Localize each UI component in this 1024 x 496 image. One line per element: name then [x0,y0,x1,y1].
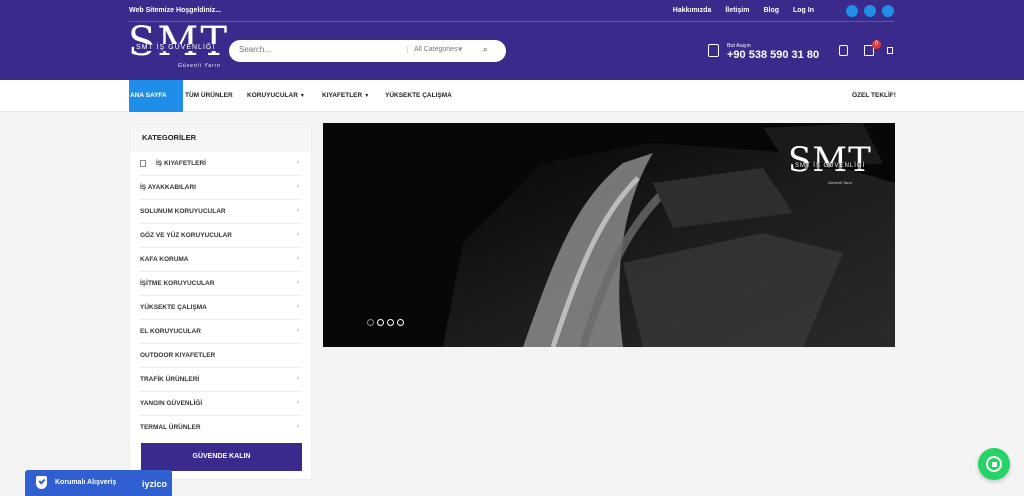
link-contact[interactable]: İletişim [725,7,749,14]
sidebar-title: KATEGORİLER [142,133,197,142]
slider-dot[interactable] [377,319,384,326]
nav-item-home[interactable]: ANA SAYFA [129,80,183,112]
shirt-icon [140,159,146,167]
header: Web Sitemize Hoşgeldiniz... Hakkımızda İ… [0,0,1024,80]
category-item[interactable]: İŞİTME KORUYUCULAR › [140,272,301,296]
menu-icon[interactable] [887,47,893,54]
slide-logo-sub: SMT İŞ GÜVENLİĞİ [793,163,868,169]
slider-dot[interactable] [387,319,394,326]
chevron-right-icon: › [297,304,299,310]
instagram-icon[interactable] [864,5,876,17]
nav-item-height-work[interactable]: YÜKSEKTE ÇALIŞMA [385,80,452,112]
nav-item-protectors[interactable]: KORUYUCULAR ▾ [247,80,304,112]
whatsapp-icon [986,456,1002,472]
whatsapp-button[interactable] [978,448,1010,480]
phone-number[interactable]: +90 538 590 31 80 [727,49,819,61]
chevron-down-icon: ▾ [365,93,369,99]
category-item[interactable]: EL KORUYUCULAR › [140,320,301,344]
twitter-icon[interactable] [882,5,894,17]
main-nav: ANA SAYFA TÜM ÜRÜNLER KORUYUCULAR ▾ KIYAF… [0,80,1024,112]
link-login[interactable]: Log In [793,7,814,14]
category-item[interactable]: TERMAL ÜRÜNLER › [140,416,301,440]
cart-count-badge: 0 [872,40,881,49]
link-blog[interactable]: Blog [763,7,779,14]
link-about[interactable]: Hakkımızda [673,7,712,14]
category-item[interactable]: YÜKSEKTE ÇALIŞMA › [140,296,301,320]
category-item[interactable]: SOLUNUM KORUYUCULAR › [140,200,301,224]
category-item[interactable]: GÖZ VE YÜZ KORUYUCULAR › [140,224,301,248]
category-item[interactable]: OUTDOOR KIYAFETLER [140,344,301,368]
slider-dots [367,319,404,326]
social-links [846,5,894,17]
category-select[interactable]: All Categories [407,46,458,53]
header-divider [129,21,894,22]
nav-item-special-offer[interactable]: ÖZEL TEKLİF! [852,80,896,112]
secure-text: Korumalı Alışveriş [55,479,117,486]
category-item[interactable]: İŞ AYAKKABILARI › [140,176,301,200]
chevron-right-icon: › [297,256,299,262]
facebook-icon[interactable] [846,5,858,17]
chevron-right-icon: › [297,280,299,286]
nav-item-all-products[interactable]: TÜM ÜRÜNLER [185,80,233,112]
chevron-right-icon: › [297,376,299,382]
chevron-right-icon: › [297,424,299,430]
chevron-down-icon: ▾ [458,44,463,54]
slide-logo-sign: Güvenli Yarın [828,180,852,185]
category-sidebar: KATEGORİLER İŞ KIYAFETLERİ › İŞ AYAKKABIL… [129,123,312,480]
category-item[interactable]: YANGIN GÜVENLİĞİ › [140,392,301,416]
chevron-right-icon: › [297,232,299,238]
chevron-right-icon: › [297,208,299,214]
slider-dot[interactable] [367,319,374,326]
shield-icon [36,476,47,489]
search-input[interactable] [239,45,399,54]
slider-dot[interactable] [397,319,404,326]
chevron-right-icon: › [297,184,299,190]
chevron-right-icon: › [297,328,299,334]
search-bar: All Categories ▾ ⌕ [229,40,506,62]
site-logo[interactable]: SMT SMT İŞ GÜVENLİĞİ Güvenli Yarın [128,22,227,70]
search-icon[interactable]: ⌕ [483,44,488,55]
user-icon[interactable] [839,45,848,56]
welcome-text: Web Sitemize Hoşgeldiniz... [129,7,222,14]
category-item[interactable]: İŞ KIYAFETLERİ › [140,152,301,176]
iyzico-logo: iyzico [141,479,167,489]
category-item[interactable]: KAFA KORUMA › [140,248,301,272]
hero-slider[interactable]: SMT SMT İŞ GÜVENLİĞİ Güvenli Yarın [323,123,895,347]
category-item[interactable]: TRAFİK ÜRÜNLERİ › [140,368,301,392]
top-links: Hakkımızda İletişim Blog Log In [673,7,814,14]
chevron-right-icon: › [297,160,299,166]
nav-item-clothing[interactable]: KIYAFETLER ▾ [322,80,368,112]
secure-shopping-badge[interactable]: Korumalı Alışveriş iyzico [25,470,172,496]
phone-icon [708,44,719,57]
stay-safe-button[interactable]: GÜVENDE KALIN [141,443,302,471]
slide-logo: SMT [788,140,872,180]
chevron-right-icon: › [297,400,299,406]
chevron-down-icon: ▾ [300,93,304,99]
